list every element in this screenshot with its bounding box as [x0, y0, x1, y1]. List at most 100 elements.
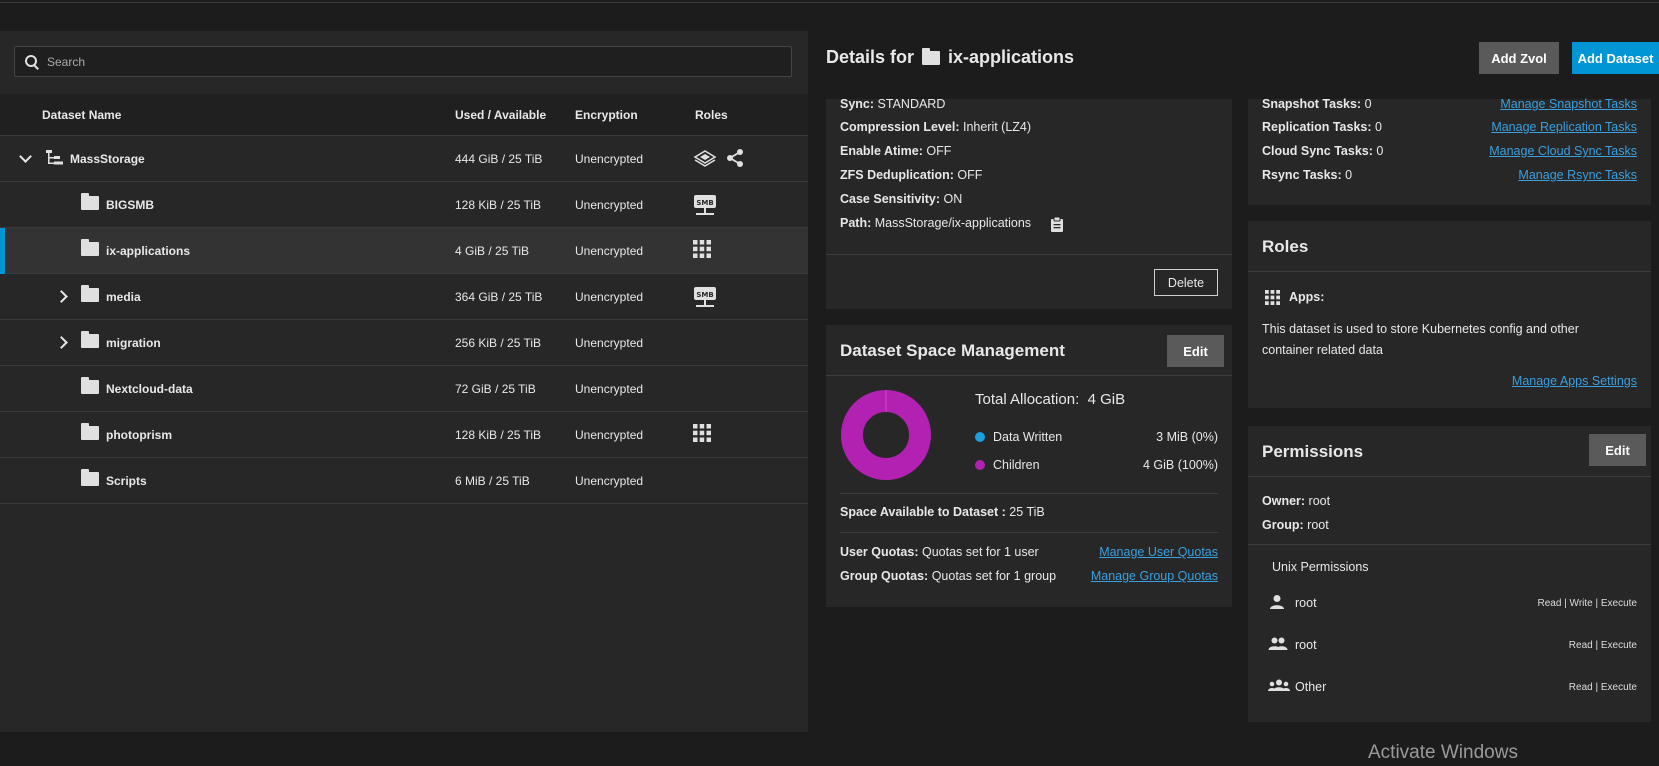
- unix-entry-perms: Read | Write | Execute: [1537, 598, 1638, 609]
- svg-text:SMB: SMB: [696, 291, 713, 299]
- delete-button[interactable]: Delete: [1154, 269, 1218, 296]
- folder-icon: [922, 47, 941, 65]
- group-field: Group: root: [1262, 518, 1329, 532]
- divider: [840, 532, 1218, 533]
- svg-text:SMB: SMB: [696, 199, 713, 207]
- roles-apps-label: Apps:: [1289, 290, 1325, 304]
- add-dataset-button[interactable]: Add Dataset: [1572, 42, 1659, 74]
- activate-windows-watermark: Activate Windows: [1368, 742, 1518, 763]
- smb-share-icon: SMB: [694, 287, 716, 307]
- divider: [826, 375, 1232, 376]
- unix-permissions-title: Unix Permissions: [1272, 560, 1369, 574]
- dataset-name: photoprism: [106, 428, 172, 442]
- dataset-name: media: [106, 290, 141, 304]
- group-icon: [1268, 637, 1288, 650]
- roles-card: Roles Apps: This dataset is used to stor…: [1248, 221, 1651, 408]
- sync-field: Sync: STANDARD: [840, 97, 946, 111]
- dataset-name: MassStorage: [70, 152, 145, 166]
- dataset-tree-icon: [46, 150, 63, 165]
- table-row[interactable]: migration 256 KiB / 25 TiB Unencrypted: [0, 320, 808, 366]
- role-icons: SMB: [693, 286, 717, 310]
- dataset-used: 128 KiB / 25 TiB: [455, 428, 542, 442]
- dataset-encryption: Unencrypted: [575, 474, 644, 488]
- header-used-available[interactable]: Used / Available: [455, 108, 546, 122]
- atime-field: Enable Atime: OFF: [840, 144, 952, 158]
- table-header: Dataset Name Used / Available Encryption…: [0, 94, 808, 136]
- search-icon: [25, 54, 39, 69]
- dataset-encryption: Unencrypted: [575, 382, 644, 396]
- chevron-right-icon[interactable]: [56, 288, 72, 304]
- details-title-name: ix-applications: [948, 47, 1075, 67]
- group-quotas: Group Quotas: Quotas set for 1 group: [840, 569, 1057, 583]
- space-donut-chart: [841, 390, 931, 480]
- table-row[interactable]: photoprism 128 KiB / 25 TiB Unencrypted: [0, 412, 808, 458]
- table-row[interactable]: Scripts 6 MiB / 25 TiB Unencrypted: [0, 458, 808, 504]
- dataset-name: ix-applications: [106, 244, 191, 258]
- dataset-used: 6 MiB / 25 TiB: [455, 474, 530, 488]
- permissions-card: Permissions Edit Owner: root Group: root…: [1248, 426, 1651, 722]
- share-icon: [727, 149, 743, 167]
- divider: [840, 493, 1218, 494]
- permissions-title: Permissions: [1262, 442, 1364, 461]
- table-row[interactable]: MassStorage 444 GiB / 25 TiB Unencrypted: [0, 136, 808, 182]
- legend-data-written: Data Written: [975, 430, 1062, 444]
- case-sensitivity-field: Case Sensitivity: ON: [840, 192, 963, 206]
- manage-snapshot-tasks-link[interactable]: Manage Snapshot Tasks: [1500, 97, 1637, 111]
- apps-grid-icon: [693, 424, 711, 442]
- chevron-down-icon[interactable]: [18, 150, 34, 166]
- table-row[interactable]: ix-applications 4 GiB / 25 TiB Unencrypt…: [0, 228, 808, 274]
- search-input[interactable]: [47, 54, 747, 69]
- role-icons: SMB: [693, 194, 717, 218]
- divider: [1248, 271, 1651, 272]
- search-box[interactable]: [14, 46, 792, 77]
- manage-apps-settings-link[interactable]: Manage Apps Settings: [1512, 374, 1637, 388]
- legend-children: Children: [975, 458, 1040, 472]
- user-quotas: User Quotas: Quotas set for 1 user: [840, 545, 1039, 559]
- header-encryption[interactable]: Encryption: [575, 108, 638, 122]
- header-dataset-name[interactable]: Dataset Name: [42, 108, 121, 122]
- dataset-name: Scripts: [106, 474, 147, 488]
- dataset-layers-icon: [693, 150, 717, 167]
- add-zvol-button[interactable]: Add Zvol: [1479, 42, 1559, 74]
- apps-grid-icon: [1265, 290, 1280, 305]
- dataset-used: 4 GiB / 25 TiB: [455, 244, 530, 258]
- dataset-used: 364 GiB / 25 TiB: [455, 290, 543, 304]
- manage-replication-tasks-link[interactable]: Manage Replication Tasks: [1491, 120, 1637, 134]
- space-management-card: Dataset Space Management Edit Total Allo…: [826, 325, 1232, 607]
- permissions-edit-button[interactable]: Edit: [1589, 434, 1646, 466]
- dataset-used: 256 KiB / 25 TiB: [455, 336, 542, 350]
- header-roles[interactable]: Roles: [695, 108, 728, 122]
- chevron-right-icon[interactable]: [56, 334, 72, 350]
- legend-children-value: 4 GiB (100%): [1142, 458, 1218, 472]
- apps-grid-icon: [693, 240, 711, 258]
- space-edit-button[interactable]: Edit: [1167, 335, 1224, 367]
- manage-group-quotas-link[interactable]: Manage Group Quotas: [1091, 569, 1218, 583]
- manage-rsync-tasks-link[interactable]: Manage Rsync Tasks: [1518, 168, 1637, 182]
- clipboard-icon[interactable]: [1050, 217, 1064, 233]
- folder-icon: [81, 239, 99, 256]
- top-border: [0, 2, 1659, 3]
- dataset-rows: MassStorage 444 GiB / 25 TiB Unencrypted: [0, 136, 808, 504]
- manage-cloud-sync-tasks-link[interactable]: Manage Cloud Sync Tasks: [1489, 144, 1637, 158]
- cloud-sync-tasks: Cloud Sync Tasks: 0: [1262, 144, 1384, 158]
- folder-icon: [81, 377, 99, 394]
- role-icons: [693, 148, 745, 168]
- manage-user-quotas-link[interactable]: Manage User Quotas: [1099, 545, 1218, 559]
- dataset-encryption: Unencrypted: [575, 198, 644, 212]
- dataset-used: 72 GiB / 25 TiB: [455, 382, 536, 396]
- folder-icon: [81, 193, 99, 210]
- dedup-field: ZFS Deduplication: OFF: [840, 168, 983, 182]
- divider: [826, 254, 1232, 255]
- legend-dot-children: [975, 460, 985, 470]
- snapshot-tasks: Snapshot Tasks: 0: [1262, 97, 1372, 111]
- roles-title: Roles: [1262, 237, 1309, 256]
- dataset-name: BIGSMB: [106, 198, 154, 212]
- table-row[interactable]: BIGSMB 128 KiB / 25 TiB Unencrypted SMB: [0, 182, 808, 228]
- replication-tasks: Replication Tasks: 0: [1262, 120, 1382, 134]
- table-row[interactable]: Nextcloud-data 72 GiB / 25 TiB Unencrypt…: [0, 366, 808, 412]
- dataset-name: migration: [106, 336, 161, 350]
- table-row[interactable]: media 364 GiB / 25 TiB Unencrypted SMB: [0, 274, 808, 320]
- dataset-used: 444 GiB / 25 TiB: [455, 152, 543, 166]
- smb-share-icon: SMB: [694, 195, 716, 215]
- space-available: Space Available to Dataset : 25 TiB: [840, 505, 1045, 519]
